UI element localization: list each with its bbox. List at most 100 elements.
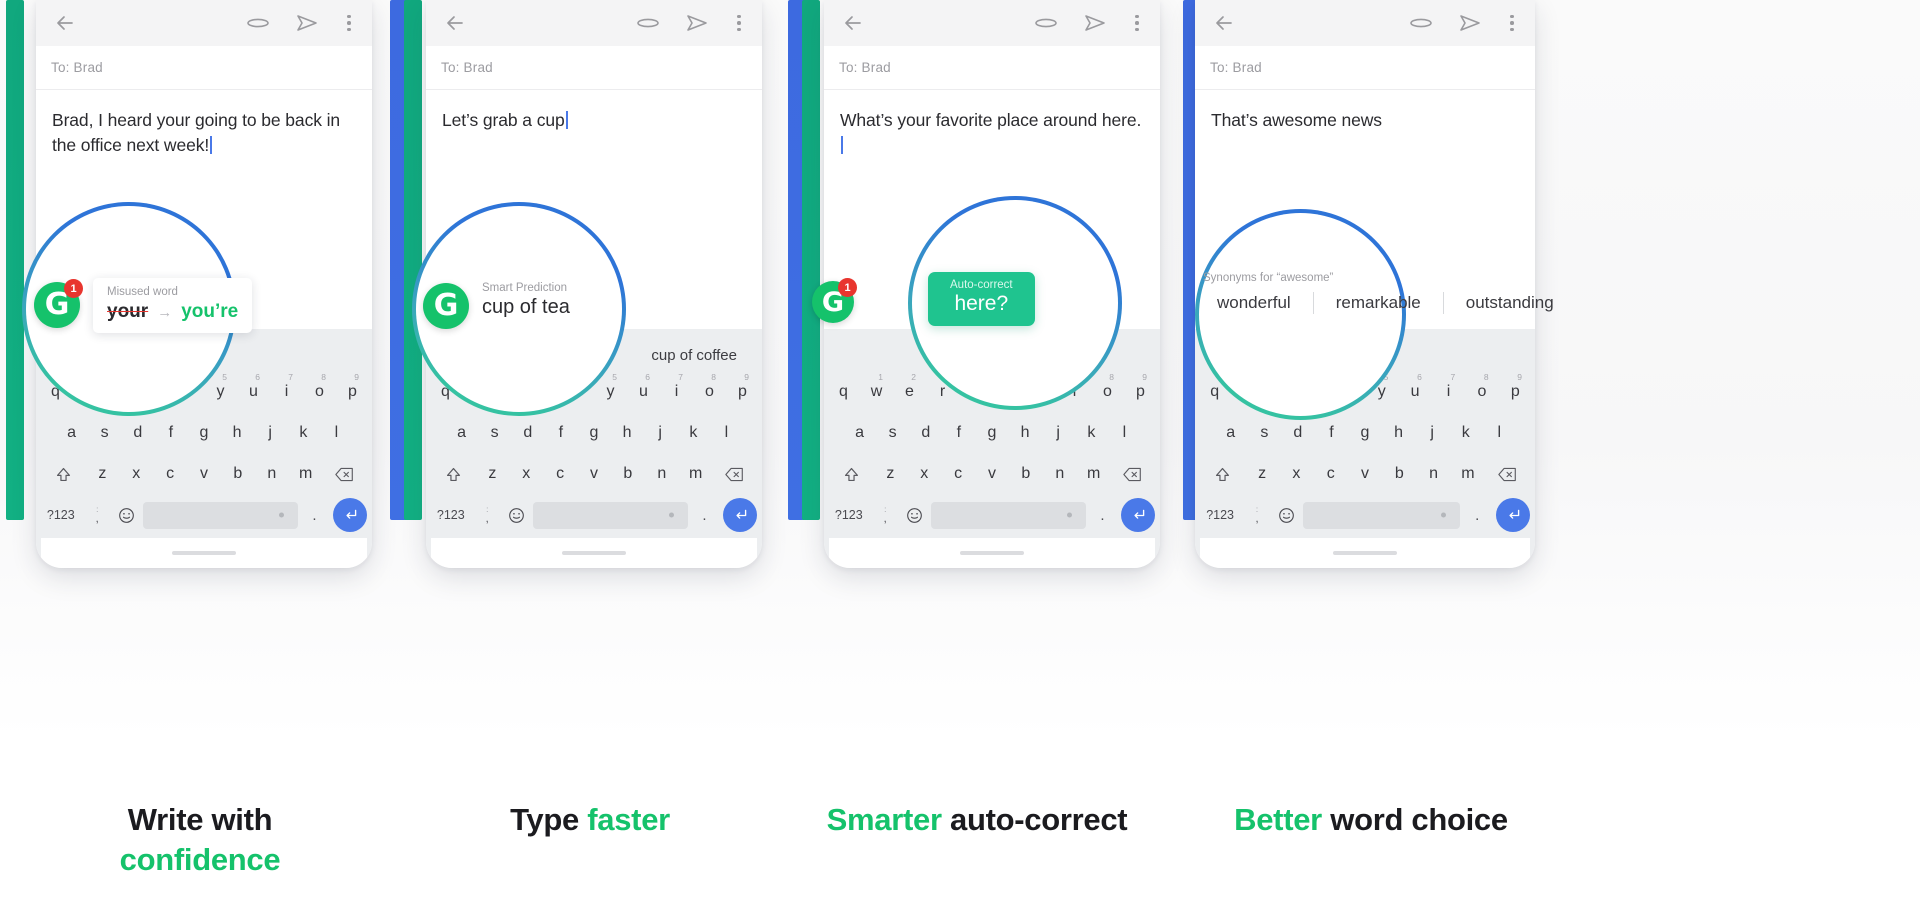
key-d[interactable]: d [513,416,542,450]
key-v[interactable]: v [189,457,219,491]
key-y[interactable]: 5y [994,372,1023,409]
message-body-2[interactable]: Let’s grab a cup [426,90,762,133]
key-t[interactable]: 4t [173,372,202,409]
key-z[interactable]: z [875,457,905,491]
more-options-icon[interactable] [342,10,356,36]
suggestion-chip[interactable]: The [185,347,223,364]
key-o[interactable]: 8o [695,372,724,409]
key-v[interactable]: v [977,457,1007,491]
back-arrow-icon[interactable] [1211,10,1237,36]
key-i[interactable]: 7i [1060,372,1089,409]
message-body-4[interactable]: That’s awesome news [1195,90,1535,133]
key-j[interactable]: j [1044,416,1073,450]
back-arrow-icon[interactable] [442,10,468,36]
space-key[interactable] [1303,501,1461,529]
key-f[interactable]: f [546,416,575,450]
key-a[interactable]: a [57,416,86,450]
space-key[interactable] [143,501,298,529]
key-c[interactable]: c [545,457,575,491]
key-e[interactable]: 2e [107,372,136,409]
recipient-row-1[interactable]: To: Brad [36,46,372,90]
key-l[interactable]: l [1110,416,1139,450]
key-b[interactable]: b [1384,457,1414,491]
period-key[interactable]: . [1090,500,1115,530]
period-key[interactable]: . [302,500,327,530]
key-s[interactable]: s [1250,416,1280,450]
key-d[interactable]: d [123,416,152,450]
more-options-icon[interactable] [1130,10,1144,36]
key-y[interactable]: 5y [596,372,625,409]
numeric-switch-key[interactable]: ?123 [1200,500,1240,530]
grammarly-badge-1[interactable]: G 1 [34,279,83,328]
key-u[interactable]: 6u [1400,372,1429,409]
key-x[interactable]: x [121,457,151,491]
key-x[interactable]: x [909,457,939,491]
key-p[interactable]: 9p [1126,372,1155,409]
attachment-icon[interactable] [244,10,272,36]
misused-word-card[interactable]: Misused word your → you’re [93,278,253,333]
key-j[interactable]: j [1417,416,1447,450]
key-m[interactable]: m [291,457,321,491]
emoji-icon[interactable] [504,500,529,530]
grammarly-badge-3[interactable]: G 1 [812,278,857,323]
key-m[interactable]: m [681,457,711,491]
key-n[interactable]: n [1418,457,1448,491]
key-w[interactable]: 1w [862,372,891,409]
key-c[interactable]: c [1316,457,1346,491]
numeric-switch-key[interactable]: ?123 [829,500,869,530]
comma-key[interactable]: :, [85,500,110,530]
backspace-icon[interactable] [1113,457,1153,491]
key-k[interactable]: k [1077,416,1106,450]
key-j[interactable]: j [646,416,675,450]
key-l[interactable]: l [712,416,741,450]
key-p[interactable]: 9p [728,372,757,409]
key-i[interactable]: 7i [272,372,301,409]
synonym-option-2[interactable]: remarkable [1314,293,1443,313]
attachment-icon[interactable] [634,10,662,36]
key-u[interactable]: 6u [239,372,268,409]
key-z[interactable]: z [1247,457,1277,491]
key-r[interactable]: 3r [140,372,169,409]
shift-icon[interactable] [1202,457,1243,491]
auto-correct-pill[interactable]: Auto-correct here? [928,272,1035,326]
comma-key[interactable]: :, [1244,500,1270,530]
key-j[interactable]: j [256,416,285,450]
space-key[interactable] [931,501,1086,529]
key-m[interactable]: m [1453,457,1483,491]
backspace-icon[interactable] [325,457,365,491]
key-e[interactable]: 2e [895,372,924,409]
message-body-3[interactable]: What’s your favorite place around here. [824,90,1160,158]
key-t[interactable]: 4t [961,372,990,409]
message-body-1[interactable]: Brad, I heard your going to be back in t… [36,90,372,158]
more-options-icon[interactable] [732,10,746,36]
key-w[interactable]: 1w [1233,372,1262,409]
key-g[interactable]: g [977,416,1006,450]
recipient-row-3[interactable]: To: Brad [824,46,1160,90]
period-key[interactable]: . [692,500,717,530]
key-f[interactable]: f [944,416,973,450]
emoji-icon[interactable] [114,500,139,530]
key-e[interactable]: 2e [1267,372,1296,409]
key-r[interactable]: 3r [928,372,957,409]
key-r[interactable]: 3r [530,372,559,409]
period-key[interactable]: . [1464,500,1490,530]
shift-icon[interactable] [433,457,473,491]
back-arrow-icon[interactable] [840,10,866,36]
key-g[interactable]: g [1350,416,1380,450]
enter-icon[interactable] [333,498,367,532]
key-k[interactable]: k [679,416,708,450]
key-i[interactable]: 7i [662,372,691,409]
send-icon[interactable] [294,10,320,36]
suggestion-chip[interactable]: cup of coffee [645,347,743,364]
key-g[interactable]: g [579,416,608,450]
backspace-icon[interactable] [1487,457,1528,491]
key-l[interactable]: l [322,416,351,450]
numeric-switch-key[interactable]: ?123 [41,500,81,530]
enter-icon[interactable] [1496,498,1531,532]
backspace-icon[interactable] [715,457,755,491]
key-h[interactable]: h [1011,416,1040,450]
comma-key[interactable]: :, [475,500,500,530]
key-l[interactable]: l [1484,416,1514,450]
key-i[interactable]: 7i [1434,372,1463,409]
key-y[interactable]: 5y [1367,372,1396,409]
